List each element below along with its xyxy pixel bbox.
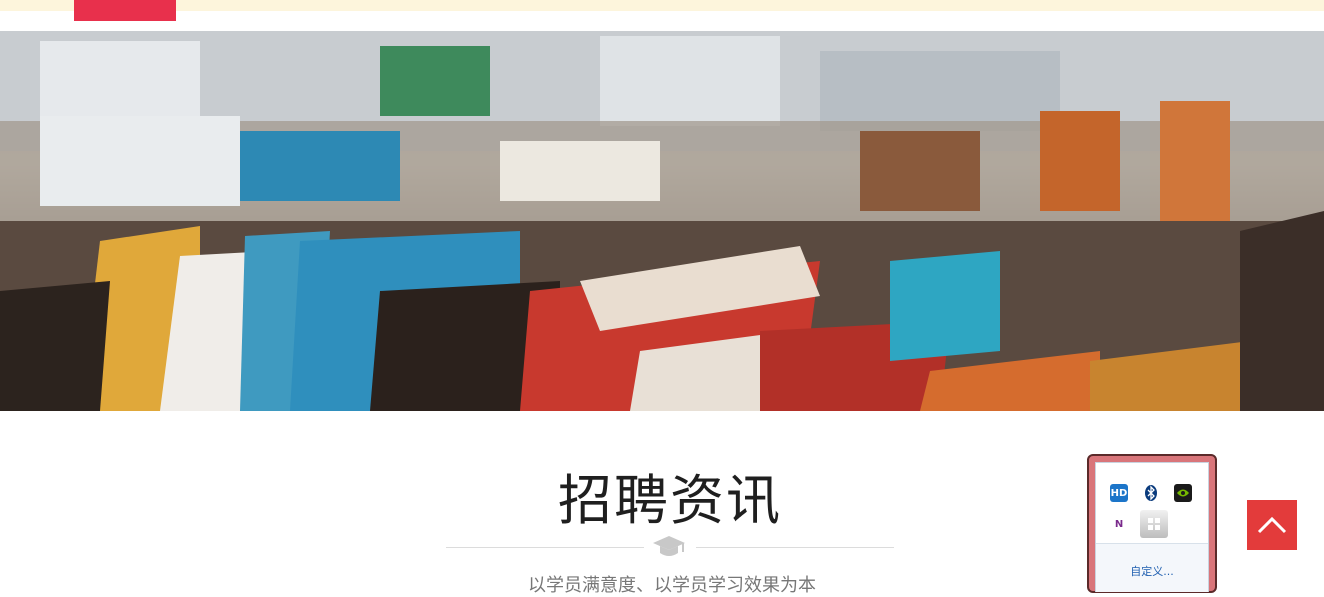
intel-graphics-label: HD [1110, 487, 1128, 499]
top-notice-bar [0, 0, 1324, 11]
title-divider-right [696, 547, 894, 548]
onenote-icon[interactable]: N [1110, 515, 1128, 533]
books-banner-image [0, 31, 1324, 411]
system-tray-overflow-popup: HD N 自定义... [1087, 454, 1217, 593]
nvidia-icon[interactable] [1174, 484, 1192, 502]
chevron-up-icon [1257, 516, 1287, 534]
onenote-label: N [1114, 518, 1124, 530]
back-to-top-button[interactable] [1247, 500, 1297, 550]
windows-update-icon[interactable] [1140, 510, 1168, 538]
intel-graphics-icon[interactable]: HD [1110, 484, 1128, 502]
tray-popup-panel: HD N 自定义... [1095, 462, 1209, 592]
bluetooth-icon[interactable] [1142, 484, 1160, 502]
hero-banner-image [0, 31, 1324, 411]
graduation-cap-icon [653, 536, 685, 556]
title-divider-left [446, 547, 644, 548]
customize-link[interactable]: 自定义... [1096, 563, 1208, 579]
nav-active-indicator[interactable] [74, 0, 176, 21]
